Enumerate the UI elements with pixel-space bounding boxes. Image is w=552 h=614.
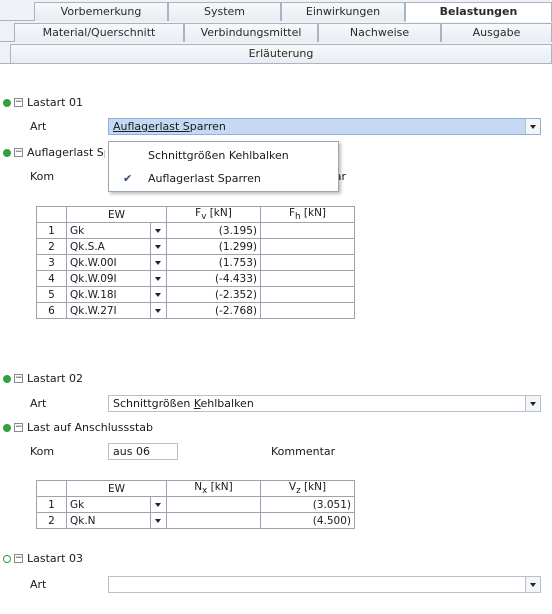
loads-table-2: EW Nx [kN] Vz [kN] 1 Gk (3.051) 2 Qk.N (… — [36, 479, 355, 530]
chevron-down-icon[interactable] — [150, 286, 167, 304]
table-row[interactable]: 3 Qk.W.00I (1.753) — [36, 254, 355, 272]
art-dropdown-menu: Schnittgrößen Kehlbalken ✔ Auflagerlast … — [108, 141, 339, 192]
kom-label: Kom — [30, 445, 55, 458]
loads-table-1: EW Fv [kN] Fh [kN] 1 Gk (3.195) 2 Qk.S.A… — [36, 205, 355, 320]
check-icon: ✔ — [123, 172, 133, 185]
status-dot-icon — [3, 424, 11, 432]
collapse-icon[interactable]: − — [14, 423, 23, 432]
dropdown-option-auflagerlast[interactable]: ✔ Auflagerlast Sparren — [109, 168, 338, 190]
tab-belastungen[interactable]: Belastungen — [405, 2, 552, 22]
chevron-down-icon[interactable] — [150, 496, 167, 514]
tab-verbindungsmittel[interactable]: Verbindungsmittel — [184, 23, 318, 42]
status-dot-icon — [3, 99, 11, 107]
chevron-down-icon[interactable] — [525, 577, 540, 592]
column-header-ew: EW — [66, 479, 167, 498]
column-header-nx: Nx [kN] — [166, 479, 261, 498]
tab-ausgabe[interactable]: Ausgabe — [441, 23, 552, 42]
table-row[interactable]: 6 Qk.W.27I (-2.768) — [36, 302, 355, 320]
tab-row-1: Vorbemerkung System Einwirkungen Belastu… — [0, 0, 552, 22]
tab-row-2: Material/Querschnitt Verbindungsmittel N… — [0, 21, 552, 42]
chevron-down-icon[interactable] — [150, 222, 167, 240]
status-dot-icon — [3, 375, 11, 383]
status-dot-icon — [3, 149, 11, 157]
table-row[interactable]: 5 Qk.W.18I (-2.352) — [36, 286, 355, 304]
kommentar-label: Kommentar — [271, 445, 336, 458]
chevron-down-icon[interactable] — [150, 254, 167, 272]
tab-erlaeuterung[interactable]: Erläuterung — [10, 44, 552, 63]
chevron-down-icon[interactable] — [150, 512, 167, 530]
chevron-down-icon[interactable] — [150, 238, 167, 256]
collapse-icon[interactable]: − — [14, 148, 23, 157]
collapse-icon[interactable]: − — [14, 374, 23, 383]
art-label: Art — [30, 120, 47, 133]
lastart-01-header: Lastart 01 — [27, 96, 83, 109]
art-select-lastart-03[interactable] — [108, 576, 541, 593]
chevron-down-icon[interactable] — [525, 119, 540, 134]
tab-einwirkungen[interactable]: Einwirkungen — [281, 2, 405, 21]
tab-row-3: Erläuterung — [0, 42, 552, 64]
column-header-ew: EW — [66, 205, 167, 224]
collapse-icon[interactable]: − — [14, 554, 23, 563]
table-row[interactable]: 2 Qk.S.A (1.299) — [36, 238, 355, 256]
lastart-03-header: Lastart 03 — [27, 552, 83, 565]
table-row[interactable]: 4 Qk.W.09I (-4.433) — [36, 270, 355, 288]
art-label: Art — [30, 397, 47, 410]
table-header-row: EW Fv [kN] Fh [kN] — [36, 205, 355, 224]
chevron-down-icon[interactable] — [525, 396, 540, 411]
chevron-down-icon[interactable] — [150, 302, 167, 320]
kom-label: Kom — [30, 170, 55, 183]
status-dot-empty-icon — [3, 555, 11, 563]
tab-nachweise[interactable]: Nachweise — [318, 23, 441, 42]
table-header-row: EW Nx [kN] Vz [kN] — [36, 479, 355, 498]
column-header-fh: Fh [kN] — [260, 205, 355, 224]
section-2-header: Last auf Anschlussstab — [27, 421, 153, 434]
lastart-02-header: Lastart 02 — [27, 372, 83, 385]
table-row[interactable]: 2 Qk.N (4.500) — [36, 512, 355, 530]
tab-material-querschnitt[interactable]: Material/Querschnitt — [14, 23, 184, 42]
dropdown-option-schnittgroessen[interactable]: Schnittgrößen Kehlbalken — [109, 145, 338, 167]
table-row[interactable]: 1 Gk (3.195) — [36, 222, 355, 240]
section-1-header: Auflagerlast Sparren — [27, 146, 105, 159]
column-header-fv: Fv [kN] — [166, 205, 261, 224]
chevron-down-icon[interactable] — [150, 270, 167, 288]
art-select-lastart-01[interactable]: Auflagerlast Sparren — [108, 118, 541, 135]
art-select-value: Auflagerlast Sparren — [113, 120, 226, 133]
art-select-value: Schnittgrößen Kehlbalken — [113, 397, 254, 410]
table-row[interactable]: 1 Gk (3.051) — [36, 496, 355, 514]
tab-system[interactable]: System — [168, 2, 281, 21]
column-header-vz: Vz [kN] — [260, 479, 355, 498]
art-label: Art — [30, 578, 47, 591]
art-select-lastart-02[interactable]: Schnittgrößen Kehlbalken — [108, 395, 541, 412]
collapse-icon[interactable]: − — [14, 98, 23, 107]
kom-input[interactable]: aus 06 — [108, 443, 178, 460]
tab-vorbemerkung[interactable]: Vorbemerkung — [34, 2, 168, 21]
